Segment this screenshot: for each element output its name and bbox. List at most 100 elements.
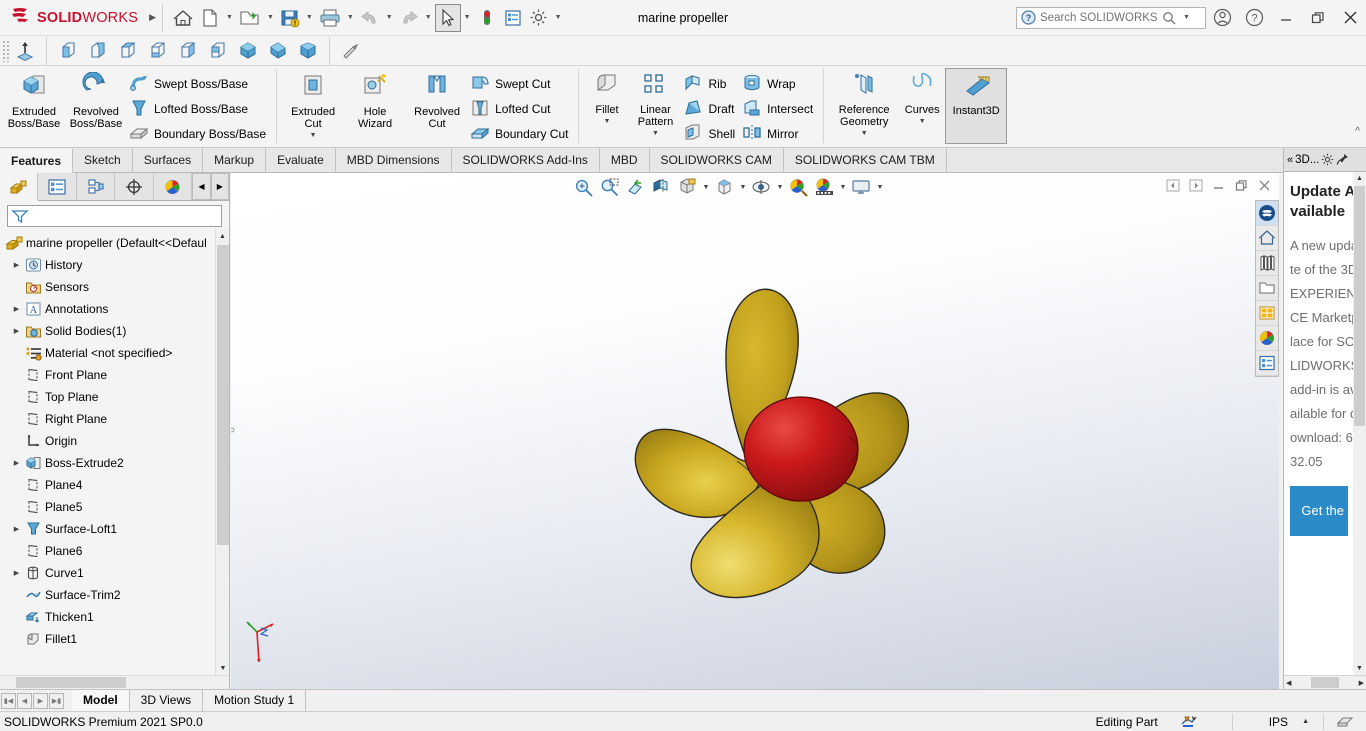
tree-item-solid-bodies[interactable]: ▶ Solid Bodies(1)	[0, 320, 229, 342]
reference-geometry-button[interactable]: Reference Geometry ▼	[829, 68, 899, 137]
account-icon[interactable]	[1206, 1, 1238, 35]
apply-scene-dropdown-icon[interactable]: ▼	[838, 184, 848, 191]
feature-tree-tab[interactable]	[0, 173, 39, 201]
front-view-icon[interactable]	[53, 38, 83, 64]
bottom-view-icon[interactable]	[203, 38, 233, 64]
tree-item-fillet1[interactable]: Fillet1	[0, 628, 229, 650]
expand-arrow-icon[interactable]: ▶	[10, 569, 23, 577]
instant3d-button[interactable]: Instant3D	[945, 68, 1008, 144]
view-settings-icon[interactable]	[849, 175, 874, 199]
help-icon[interactable]: ?	[1238, 1, 1270, 35]
tree-item-top-plane[interactable]: Top Plane	[0, 386, 229, 408]
scrollbar-thumb[interactable]	[16, 677, 126, 688]
scrollbar-thumb[interactable]	[1311, 677, 1339, 688]
expand-arrow-icon[interactable]: ▶	[10, 459, 23, 467]
left-view-icon[interactable]	[113, 38, 143, 64]
tab-mbd[interactable]: MBD	[600, 148, 650, 172]
section-view-icon[interactable]	[649, 175, 674, 199]
units-dropdown-icon[interactable]: ▲	[1302, 718, 1309, 725]
view-orientation-icon[interactable]	[675, 175, 700, 199]
tree-item-sensors[interactable]: Sensors	[0, 276, 229, 298]
previous-document-icon[interactable]	[1161, 174, 1184, 196]
scroll-down-icon[interactable]: ▼	[216, 661, 229, 675]
right-view-icon[interactable]	[143, 38, 173, 64]
help-search-box[interactable]: ? ▼	[1016, 6, 1206, 29]
reference-geometry-dropdown-icon[interactable]: ▼	[861, 130, 868, 137]
wrap-button[interactable]: Wrap	[740, 71, 818, 96]
swept-boss-base-button[interactable]: Swept Boss/Base	[127, 71, 271, 96]
home-icon[interactable]	[169, 3, 197, 33]
hole-wizard-button[interactable]: Hole Wizard	[344, 68, 406, 130]
tree-item-surface-loft1[interactable]: ▶ Surface-Loft1	[0, 518, 229, 540]
get-the-addin-button[interactable]: Get the	[1290, 486, 1348, 536]
top-view-icon[interactable]	[173, 38, 203, 64]
revolved-cut-button[interactable]: Revolved Cut	[406, 68, 468, 130]
tree-item-plane4[interactable]: Plane4	[0, 474, 229, 496]
view-orientation-dropdown-icon[interactable]: ▼	[701, 184, 711, 191]
tree-root-node[interactable]: marine propeller (Default<<Defaul	[0, 232, 229, 254]
save-icon[interactable]	[277, 3, 303, 33]
marine-propeller-model[interactable]	[611, 263, 951, 623]
trimetric-view-icon[interactable]	[263, 38, 293, 64]
graphics-area[interactable]: ▼ ▼ ▼ ▼ ▼	[231, 173, 1279, 689]
back-view-icon[interactable]	[83, 38, 113, 64]
tab-mbd-dimensions[interactable]: MBD Dimensions	[336, 148, 452, 172]
file-explorer-icon[interactable]	[1256, 276, 1278, 301]
normal-to-icon[interactable]	[10, 38, 40, 64]
dimxpert-manager-tab[interactable]	[115, 173, 154, 200]
open-document-icon[interactable]	[236, 3, 264, 33]
revolved-boss-base-button[interactable]: Revolved Boss/Base	[65, 68, 127, 130]
tree-item-plane6[interactable]: Plane6	[0, 540, 229, 562]
new-document-dropdown-icon[interactable]: ▼	[223, 14, 236, 21]
task-pane-vertical-scrollbar[interactable]: ▲ ▼	[1353, 172, 1366, 675]
overlay-icon[interactable]	[1324, 714, 1366, 729]
curves-button[interactable]: Curves ▼	[899, 68, 945, 125]
intersect-button[interactable]: Intersect	[740, 96, 818, 121]
view-settings-dropdown-icon[interactable]: ▼	[875, 184, 885, 191]
tree-item-right-plane[interactable]: Right Plane	[0, 408, 229, 430]
tree-item-plane5[interactable]: Plane5	[0, 496, 229, 518]
feature-manager-scroll-left-icon[interactable]: ◀	[192, 173, 211, 200]
gear-icon[interactable]	[1321, 153, 1334, 166]
isometric-view-icon[interactable]	[233, 38, 263, 64]
tab-markup[interactable]: Markup	[203, 148, 267, 172]
undo-icon[interactable]	[357, 3, 383, 33]
extruded-cut-button[interactable]: Extruded Cut ▼	[282, 68, 344, 139]
tree-item-thicken1[interactable]: Thicken1	[0, 606, 229, 628]
expand-arrow-icon[interactable]: ▶	[10, 261, 23, 269]
print-icon[interactable]	[316, 3, 344, 33]
boundary-cut-button[interactable]: Boundary Cut	[468, 121, 573, 146]
view-palette-icon[interactable]	[1256, 301, 1278, 326]
redo-dropdown-icon[interactable]: ▼	[422, 14, 435, 21]
tree-item-material[interactable]: Material <not specified>	[0, 342, 229, 364]
property-manager-tab[interactable]	[38, 173, 77, 200]
edit-appearance-icon[interactable]	[786, 175, 811, 199]
feature-tree-vertical-scrollbar[interactable]: ▲ ▼	[215, 229, 229, 675]
linear-pattern-button[interactable]: Linear Pattern ▼	[629, 68, 681, 137]
options-gear-icon[interactable]	[526, 3, 552, 33]
tree-item-annotations[interactable]: ▶ A Annotations	[0, 298, 229, 320]
document-restore-icon[interactable]	[1230, 174, 1253, 196]
boundary-boss-base-button[interactable]: Boundary Boss/Base	[127, 121, 271, 146]
expand-arrow-icon[interactable]: ▶	[10, 327, 23, 335]
options-dropdown-icon[interactable]: ▼	[552, 14, 565, 21]
panel-splitter-handle[interactable]	[231, 415, 235, 445]
fillet-button[interactable]: Fillet ▼	[584, 68, 629, 125]
dimetric-view-icon[interactable]	[293, 38, 323, 64]
apply-scene-icon[interactable]	[812, 175, 837, 199]
save-dropdown-icon[interactable]: ▼	[303, 14, 316, 21]
scrollbar-thumb[interactable]	[1354, 186, 1365, 426]
select-cursor-icon[interactable]	[434, 3, 461, 32]
document-close-icon[interactable]	[1253, 174, 1276, 196]
open-document-dropdown-icon[interactable]: ▼	[264, 14, 277, 21]
rebuild-icon[interactable]	[474, 3, 500, 33]
next-tab-icon[interactable]: ▶	[33, 692, 48, 709]
last-tab-icon[interactable]: ▶▮	[49, 692, 64, 709]
select-dropdown-icon[interactable]: ▼	[461, 14, 474, 21]
feature-tree[interactable]: marine propeller (Default<<Defaul ▶ Hist…	[0, 229, 229, 675]
tab-sketch[interactable]: Sketch	[73, 148, 133, 172]
tree-item-origin[interactable]: Origin	[0, 430, 229, 452]
fillet-dropdown-icon[interactable]: ▼	[604, 118, 611, 125]
scroll-left-icon[interactable]: ◀	[1286, 679, 1291, 687]
lofted-boss-base-button[interactable]: Lofted Boss/Base	[127, 96, 271, 121]
